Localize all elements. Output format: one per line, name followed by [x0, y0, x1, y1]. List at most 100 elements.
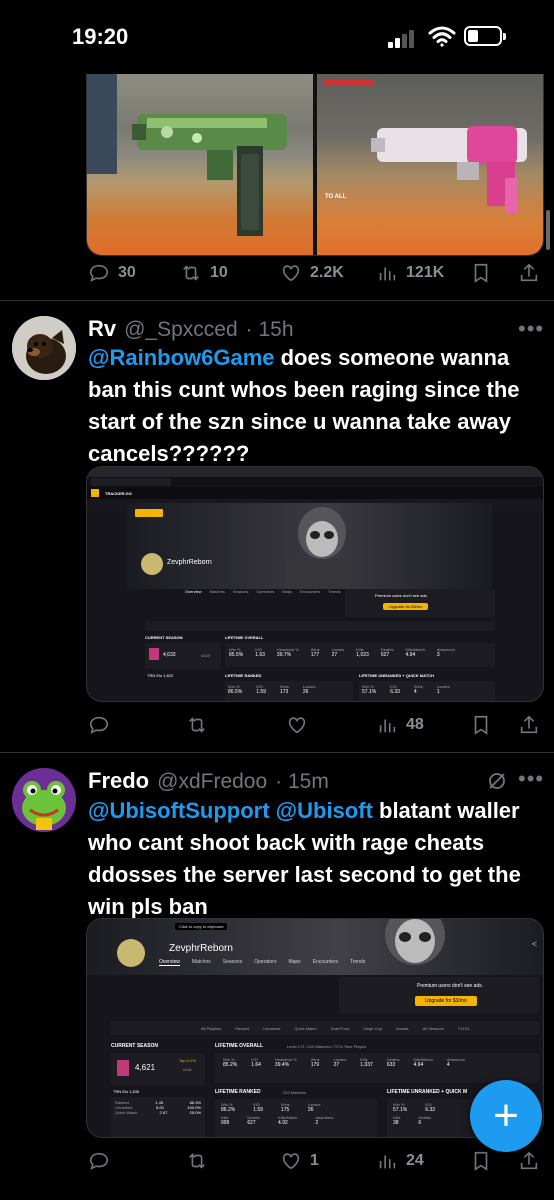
mention-link[interactable]: @Ubisoft: [276, 798, 373, 823]
share-button[interactable]: [518, 1150, 540, 1172]
upgrade-button[interactable]: Upgrade for $3/mo: [415, 996, 477, 1006]
tab-encounters[interactable]: Encounters: [313, 959, 338, 966]
premium-text: Premium users don't see ads.: [417, 983, 483, 989]
tab-overview[interactable]: Overview: [159, 959, 180, 966]
filter-quick-match[interactable]: Quick Match: [294, 1026, 316, 1031]
tweet1-scrollbar[interactable]: [546, 210, 550, 250]
overall-stats: Win % 85.5% K/D 1.63 Headshot % 39.7% Wins 1…: [225, 643, 495, 667]
stat: K/D 1.63: [255, 647, 265, 658]
display-name[interactable]: Fredo: [88, 768, 149, 794]
bookmark-button[interactable]: [470, 262, 492, 284]
bookmark-button[interactable]: [470, 714, 492, 736]
share-button[interactable]: [518, 262, 540, 284]
filter-all-playlists[interactable]: All Playlists: [201, 1026, 221, 1031]
retweet-button[interactable]: [186, 1150, 208, 1172]
ranked-stats: Win % 86.2% K/D 1.59 Wins 175 Losses 26 Kill…: [215, 1099, 377, 1137]
tab-matches[interactable]: Matches: [210, 589, 225, 594]
stat: Win % 85.5%: [229, 647, 244, 658]
tab-trends[interactable]: Trends: [350, 959, 365, 966]
reply-icon: [89, 716, 109, 734]
filter-season[interactable]: Y11S1: [458, 1026, 470, 1031]
tracker-profile-name: ZevphrReborn: [169, 943, 233, 954]
mention-link[interactable]: @Rainbow6Game: [88, 345, 275, 370]
tweet-text: @UbisoftSupport @Ubisoft blatant waller …: [88, 795, 538, 923]
trn-elo-label: TRN Elo 1,822: [147, 673, 174, 678]
views-count: 48: [406, 716, 424, 733]
divider: [0, 752, 554, 753]
views-button[interactable]: 48: [376, 714, 424, 736]
filter-unranked[interactable]: Unranked: [263, 1026, 280, 1031]
reply-button[interactable]: 30: [88, 262, 136, 284]
lifetime-overall-label: LIFETIME OVERALL: [215, 1043, 264, 1049]
filter-dual-front[interactable]: Dual Front: [331, 1026, 350, 1031]
compose-button[interactable]: +: [470, 1080, 542, 1152]
stat: Kills 1,023: [356, 647, 369, 658]
tab-trends[interactable]: Trends: [328, 589, 340, 594]
cellular-signal-icon: [388, 28, 418, 48]
share-icon: [520, 263, 538, 282]
tab-maps[interactable]: Maps: [282, 589, 292, 594]
stat: Abandons 3: [436, 647, 455, 658]
grok-icon[interactable]: [486, 770, 508, 792]
display-name[interactable]: Rv: [88, 316, 116, 342]
retweet-button[interactable]: 10: [180, 262, 228, 284]
tab-operators[interactable]: Operators: [256, 589, 274, 594]
tweet2-media[interactable]: TRACKER.GG ZevphrReborn Overview Matches…: [86, 466, 544, 702]
avatar[interactable]: [12, 768, 76, 832]
stat: Losses 27: [331, 647, 345, 658]
filter-arcade[interactable]: Arcade: [396, 1026, 409, 1031]
reply-icon: [89, 264, 109, 282]
views-button[interactable]: 24: [376, 1150, 424, 1172]
mention-link[interactable]: @UbisoftSupport: [88, 798, 270, 823]
views-icon: [379, 267, 396, 281]
tab-matches[interactable]: Matches: [192, 959, 211, 966]
tracker-premium-box: Premium users don't see ads. Upgrade for…: [339, 977, 539, 1013]
more-options-icon[interactable]: •••: [518, 316, 544, 342]
tab-seasons[interactable]: Seasons: [223, 959, 242, 966]
bookmark-button[interactable]: [470, 1150, 492, 1172]
lifetime-ranked-label: LIFETIME RANKED: [215, 1089, 261, 1095]
tab-seasons[interactable]: Seasons: [233, 589, 249, 594]
reply-button[interactable]: [88, 1150, 110, 1172]
tracker-tabs: Overview Matches Seasons Operators Maps …: [185, 589, 341, 594]
top-percent: Top 0.1%: [179, 1058, 196, 1063]
share-button[interactable]: [518, 714, 540, 736]
avatar[interactable]: [12, 316, 76, 380]
like-button[interactable]: 2.2K: [280, 262, 344, 284]
premium-text: Premium users don't see ads.: [375, 593, 428, 598]
plus-icon: +: [493, 1091, 519, 1140]
status-bar: 19:20: [0, 0, 554, 74]
views-icon: [379, 719, 396, 733]
unranked-stats: Win % 57.1% K/D 6.33 Wins 4 Losses 1: [359, 681, 495, 701]
bookmark-icon: [474, 263, 488, 283]
reply-button[interactable]: [88, 714, 110, 736]
like-button[interactable]: [286, 714, 308, 736]
tracker-tabs: Overview Matches Seasons Operators Maps …: [159, 959, 365, 966]
reply-count: 30: [118, 264, 136, 281]
lifetime-sub-label: Level 172 / 210 Matches / 727h Time Play…: [287, 1044, 366, 1049]
like-button[interactable]: 1: [280, 1150, 319, 1172]
tracker-filter-bar: [145, 621, 495, 631]
user-handle[interactable]: @xdFredoo: [157, 770, 267, 794]
tweet1-media[interactable]: TO ALL: [86, 74, 544, 256]
tab-overview[interactable]: Overview: [185, 589, 202, 594]
more-options-icon[interactable]: •••: [518, 766, 544, 792]
user-handle[interactable]: @_Spxcced: [124, 318, 238, 342]
lifetime-unranked-label: LIFETIME UNRANKED + QUICK MATCH: [359, 673, 434, 678]
upgrade-button[interactable]: Upgrade for $3/mo: [383, 603, 429, 610]
tab-encounters[interactable]: Encounters: [300, 589, 320, 594]
tweet-time[interactable]: · 15h: [246, 318, 294, 342]
tab-maps[interactable]: Maps: [288, 959, 300, 966]
views-button[interactable]: 121K: [376, 262, 444, 284]
retweet-button[interactable]: [186, 714, 208, 736]
wifi-icon: [428, 26, 456, 47]
tweet1-media-image-right[interactable]: TO ALL: [317, 74, 543, 255]
filter-siege-cup[interactable]: Siege Cup: [363, 1026, 382, 1031]
tweet-time[interactable]: · 15m: [275, 770, 329, 794]
season-rank: #131: [183, 1067, 192, 1072]
tweet1-media-image-left[interactable]: [87, 74, 313, 255]
filter-ranked[interactable]: Ranked: [235, 1026, 249, 1031]
tab-operators[interactable]: Operators: [254, 959, 276, 966]
tweet-text: @Rainbow6Game does someone wanna ban thi…: [88, 342, 528, 470]
filter-all-seasons[interactable]: All Seasons: [423, 1026, 444, 1031]
